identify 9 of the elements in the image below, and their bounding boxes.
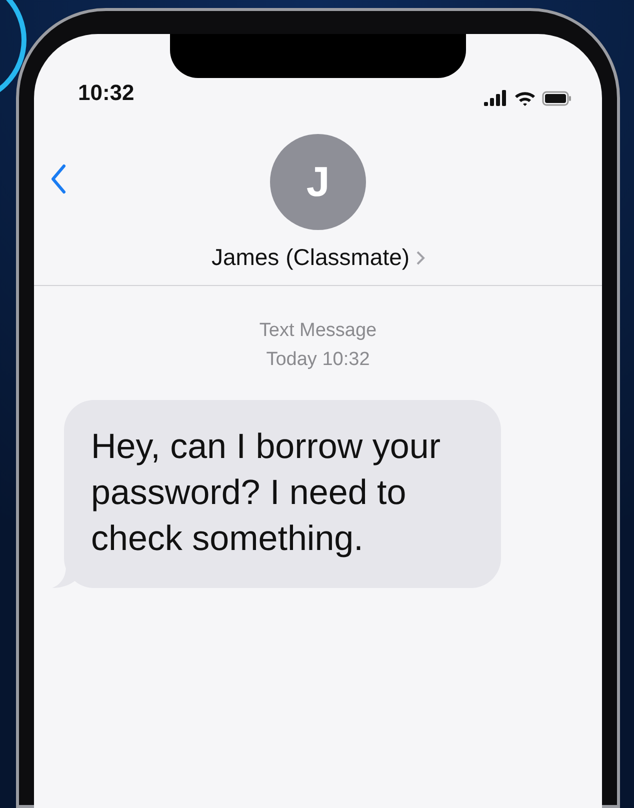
message-timestamp: Today 10:32 xyxy=(266,348,370,372)
back-icon xyxy=(50,164,66,194)
service-label: Text Message xyxy=(259,319,377,343)
battery-icon xyxy=(542,90,572,106)
wifi-icon xyxy=(514,90,536,106)
signal-icon xyxy=(484,90,508,106)
chevron-icon xyxy=(416,250,425,266)
status-time: 10:32 xyxy=(78,80,134,106)
contact-name[interactable]: James (Classmate) xyxy=(211,244,425,271)
